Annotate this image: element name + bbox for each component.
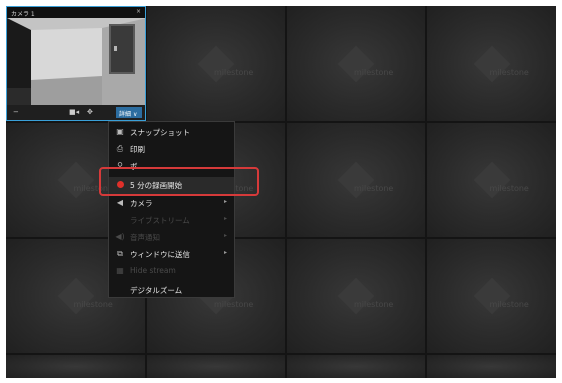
camera-snapshot-icon: ▣ [116,127,124,136]
submenu-arrow-icon: ▸ [223,198,227,205]
more-button-label: 詳細 [119,111,132,118]
menu-item-label: 印刷 [130,145,145,154]
camera-video-feed[interactable] [7,18,145,106]
camera-grid-tile[interactable]: milestone [287,6,425,121]
stream-icon [115,215,125,225]
menu-item: ▦ Hide stream [109,263,234,280]
menu-item-label: Hide stream [130,266,176,275]
menu-item-label: デジタルズーム [130,286,183,295]
tile-watermark: milestone [73,300,113,309]
camera-scene-image [7,18,145,106]
menu-item-label: ウィンドウに送信 [130,250,190,259]
menu-item-label: スナップショット [130,128,190,137]
hide-icon: ▦ [116,266,124,275]
menu-item[interactable]: ▣ スナップショット [109,124,234,141]
submenu-arrow-icon: ▸ [223,215,227,222]
tile-watermark: milestone [489,67,529,77]
camera-swap-icon: ◀ [116,198,124,207]
live-camera-tile[interactable]: カメラ 1 × − ■◂ ✥ 詳細 ∨ [6,6,146,121]
tile-watermark: milestone [354,184,394,193]
camera-grid-tile[interactable] [6,355,145,378]
send-window-icon: ⧉ [117,249,123,258]
camera-grid-tile[interactable] [427,355,556,378]
tile-watermark: milestone [214,67,254,77]
submenu-arrow-icon: ▸ [223,232,227,239]
minus-icon[interactable]: − [13,108,19,116]
tile-watermark: milestone [214,300,254,309]
menu-item-label: カメラ [130,199,153,208]
menu-item-label: ライブストリーム [130,216,190,225]
close-icon[interactable]: × [136,8,141,15]
zoom-icon [115,285,125,295]
camera-grid-tile[interactable]: milestone [427,123,556,237]
ptz-icon[interactable]: ✥ [87,108,93,116]
camera-grid-tile[interactable] [147,355,285,378]
camera-context-menu: ▣ スナップショット ⎙ 印刷 ⚲ ボ 5 分の録画開始 ◀ カメラ ▸ ライブストリーム ▸ ◀) 音声… [108,121,235,298]
tile-watermark: milestone [489,300,529,309]
chevron-down-icon: ∨ [132,111,138,118]
tile-watermark: milestone [354,67,394,77]
video-icon[interactable]: ■◂ [69,108,79,116]
menu-item-label: 音声通知 [130,233,160,242]
camera-title: カメラ 1 [11,11,35,18]
menu-item[interactable]: ⎙ 印刷 [109,141,234,158]
menu-item[interactable]: ◀ カメラ ▸ [109,195,234,212]
menu-item: ◀) 音声通知 ▸ [109,229,234,246]
camera-title-bar: カメラ 1 × [7,7,145,18]
menu-item[interactable]: ⧉ ウィンドウに送信 ▸ [109,246,234,263]
printer-icon: ⎙ [116,144,124,153]
tile-watermark: milestone [354,300,394,309]
menu-item: ライブストリーム ▸ [109,212,234,229]
camera-grid-tile[interactable]: milestone [147,6,285,121]
camera-grid-tile[interactable]: milestone [287,239,425,353]
speaker-icon: ◀) [115,232,125,241]
submenu-arrow-icon: ▸ [223,249,227,256]
more-button[interactable]: 詳細 ∨ [116,107,142,118]
camera-grid-tile[interactable] [287,355,425,378]
camera-grid-tile[interactable]: milestone [427,239,556,353]
annotation-highlight-box [99,167,259,196]
tile-watermark: milestone [489,184,529,193]
menu-item[interactable]: デジタルズーム [109,282,234,299]
camera-grid-tile[interactable]: milestone [287,123,425,237]
camera-grid-tile[interactable]: milestone [427,6,556,121]
camera-toolbar: − ■◂ ✥ 詳細 ∨ [7,105,145,120]
